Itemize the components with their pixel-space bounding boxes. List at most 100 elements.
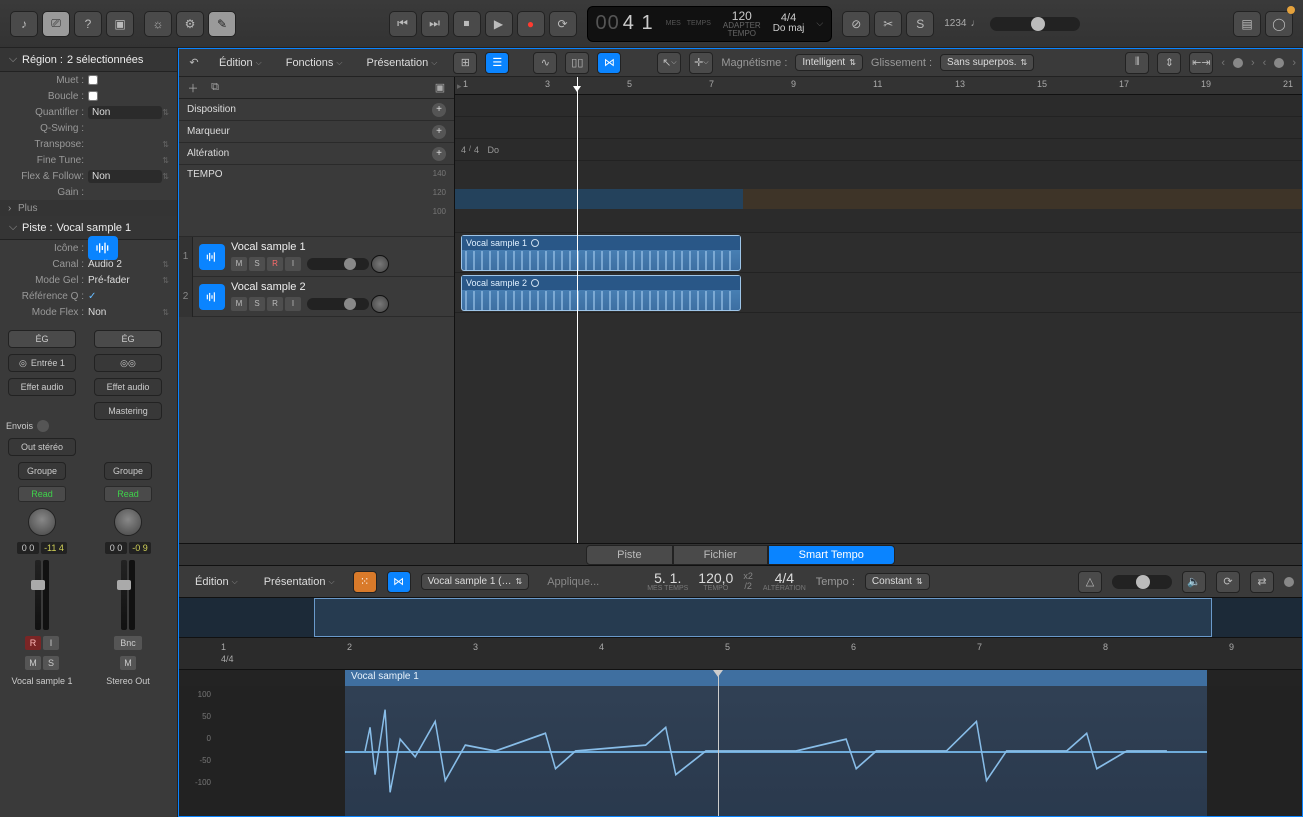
plus-icon[interactable]: + — [432, 147, 446, 161]
mastering-slot[interactable]: Mastering — [94, 402, 162, 420]
alt-tool-icon[interactable]: ✛⌵ — [689, 52, 713, 74]
arrange-timeline[interactable]: ▸ 1 3 5 7 9 11 13 15 17 19 21 — [455, 77, 1302, 543]
back-icon[interactable]: ↶ — [185, 52, 203, 74]
ed-edit-menu[interactable]: Édition⌵ — [187, 573, 246, 591]
automation-icon[interactable]: ∿ — [533, 52, 557, 74]
vzoom-slider[interactable] — [1274, 58, 1284, 68]
bnc-button[interactable]: Bnc — [114, 636, 142, 650]
tab-smarttempo[interactable]: Smart Tempo — [768, 545, 895, 565]
track-volume-slider[interactable] — [307, 298, 369, 310]
eq-slot[interactable]: ÉG — [8, 330, 76, 348]
region-lane[interactable]: Vocal sample 1 — [455, 233, 1302, 273]
master-volume-slider[interactable] — [990, 17, 1080, 31]
ed-file-select[interactable]: Vocal sample 1 (…⇅ — [421, 573, 530, 590]
browser-icon[interactable]: ◯ — [1265, 11, 1293, 37]
effect-slot[interactable]: Effet audio — [8, 378, 76, 396]
group-slot[interactable]: Groupe — [104, 462, 152, 480]
view-menu[interactable]: Présentation⌵ — [359, 54, 446, 72]
stop-icon[interactable]: ⏹ — [453, 11, 481, 37]
rec-button[interactable]: R — [25, 636, 41, 650]
solo-button[interactable]: S — [43, 656, 59, 670]
chevron-right-icon[interactable]: › — [8, 203, 18, 214]
cycle-icon[interactable]: ⟳ — [1216, 571, 1240, 593]
audio-region[interactable]: Vocal sample 2 — [461, 275, 741, 311]
global-arrangement[interactable]: Disposition+ — [179, 99, 454, 121]
volume-fader[interactable] — [121, 560, 127, 630]
playhead[interactable] — [577, 77, 578, 543]
tempo-mode-select[interactable]: Constant⇅ — [865, 573, 930, 590]
automation-read[interactable]: Read — [18, 486, 66, 502]
effect-slot[interactable]: Effet audio — [94, 378, 162, 396]
out-slot[interactable]: Out stéréo — [8, 438, 76, 456]
editor-region-header[interactable]: Vocal sample 1 — [345, 670, 1207, 686]
editor-playhead[interactable] — [718, 670, 719, 816]
flex-icon[interactable]: ⋈ — [597, 52, 621, 74]
s-icon[interactable]: S — [906, 11, 934, 37]
edit-menu[interactable]: Édition⌵ — [211, 54, 270, 72]
refq-check[interactable]: ✓ — [88, 291, 96, 302]
loop-icon[interactable]: ▯▯ — [565, 52, 589, 74]
mute-button[interactable]: M — [231, 297, 247, 311]
list-icon[interactable]: ▤ — [1233, 11, 1261, 37]
ed-vol-slider[interactable] — [1112, 575, 1172, 589]
rewind-icon[interactable]: ⏮ — [389, 11, 417, 37]
chevron-down-icon[interactable]: ⌵ — [8, 221, 18, 234]
ww-icon[interactable]: ⫴ — [1125, 52, 1149, 74]
region-lane[interactable]: Vocal sample 2 — [455, 273, 1302, 313]
library-icon[interactable]: ♪ — [10, 11, 38, 37]
apply-button[interactable]: Applique... — [539, 573, 607, 591]
add-track-icon[interactable]: ＋ — [185, 80, 201, 96]
sends-knob[interactable] — [37, 420, 49, 432]
functions-menu[interactable]: Fonctions⌵ — [278, 54, 351, 72]
list-view-icon[interactable]: ☰ — [485, 52, 509, 74]
ed-beat-icon[interactable]: ⁙ — [353, 571, 377, 593]
lcd-display[interactable]: 00 4 1 MESTEMPS 120ADAPTERTEMPO 4/4Do ma… — [587, 6, 833, 42]
global-tempo[interactable]: TEMPO140120100 — [179, 165, 454, 237]
muet-checkbox[interactable] — [88, 75, 98, 85]
input-button[interactable]: I — [43, 636, 59, 650]
toolbox-icon[interactable]: ▣ — [106, 11, 134, 37]
mute-button[interactable]: M — [231, 257, 247, 271]
solo-button[interactable]: S — [249, 297, 265, 311]
plus-label[interactable]: Plus — [18, 203, 37, 214]
duplicate-track-icon[interactable]: ⧉ — [207, 80, 223, 96]
track-pan-knob[interactable] — [371, 255, 389, 273]
volume-fader[interactable] — [35, 560, 41, 630]
track-row[interactable]: 1 Vocal sample 1 M S R I — [179, 237, 454, 277]
inspector-toggle-icon[interactable]: ⎚ — [42, 11, 70, 37]
solo-button[interactable]: S — [249, 257, 265, 271]
track-pan-knob[interactable] — [371, 295, 389, 313]
play-icon[interactable]: ▶ — [485, 11, 513, 37]
overview-bar[interactable] — [179, 598, 1302, 638]
editor-toggle-icon[interactable]: ✎ — [208, 11, 236, 37]
audio-track-icon[interactable] — [199, 244, 225, 270]
record-button[interactable]: R — [267, 297, 283, 311]
global-marker[interactable]: Marqueur+ — [179, 121, 454, 143]
ed-view-menu[interactable]: Présentation⌵ — [256, 573, 343, 591]
smarttools-icon[interactable]: ☼ — [144, 11, 172, 37]
pan-knob[interactable] — [28, 508, 56, 536]
help-icon[interactable]: ? — [74, 11, 102, 37]
forward-icon[interactable]: ⏭ — [421, 11, 449, 37]
signature-lane[interactable]: 4/4 Do — [455, 139, 1302, 161]
zoom-slider[interactable] — [1284, 577, 1294, 587]
pan-knob[interactable] — [114, 508, 142, 536]
mute-button[interactable]: M — [120, 656, 136, 670]
drag-select[interactable]: Sans superpos.⇅ — [940, 54, 1034, 71]
mute-button[interactable]: M — [25, 656, 41, 670]
quant-select[interactable]: Non — [88, 106, 162, 119]
link-icon[interactable]: ⇄ — [1250, 571, 1274, 593]
bar-ruler[interactable]: ▸ 1 3 5 7 9 11 13 15 17 19 21 — [455, 77, 1302, 95]
solo-icon[interactable]: ✂ — [874, 11, 902, 37]
count-icon[interactable]: ♩ — [970, 18, 980, 29]
stereo-icon[interactable]: ◎◎ — [94, 354, 162, 372]
half-button[interactable]: /2 — [743, 582, 753, 592]
input-slot[interactable]: ◎Entrée 1 — [8, 354, 76, 372]
flexmode-value[interactable]: Non — [88, 307, 162, 318]
hzoom-slider[interactable] — [1233, 58, 1243, 68]
global-view-icon[interactable]: ▣ — [432, 80, 448, 96]
hfit-icon[interactable]: ⇤⇥ — [1189, 52, 1213, 74]
eq-slot[interactable]: ÉG — [94, 330, 162, 348]
tab-fichier[interactable]: Fichier — [673, 545, 768, 565]
record-icon[interactable]: ● — [517, 11, 545, 37]
